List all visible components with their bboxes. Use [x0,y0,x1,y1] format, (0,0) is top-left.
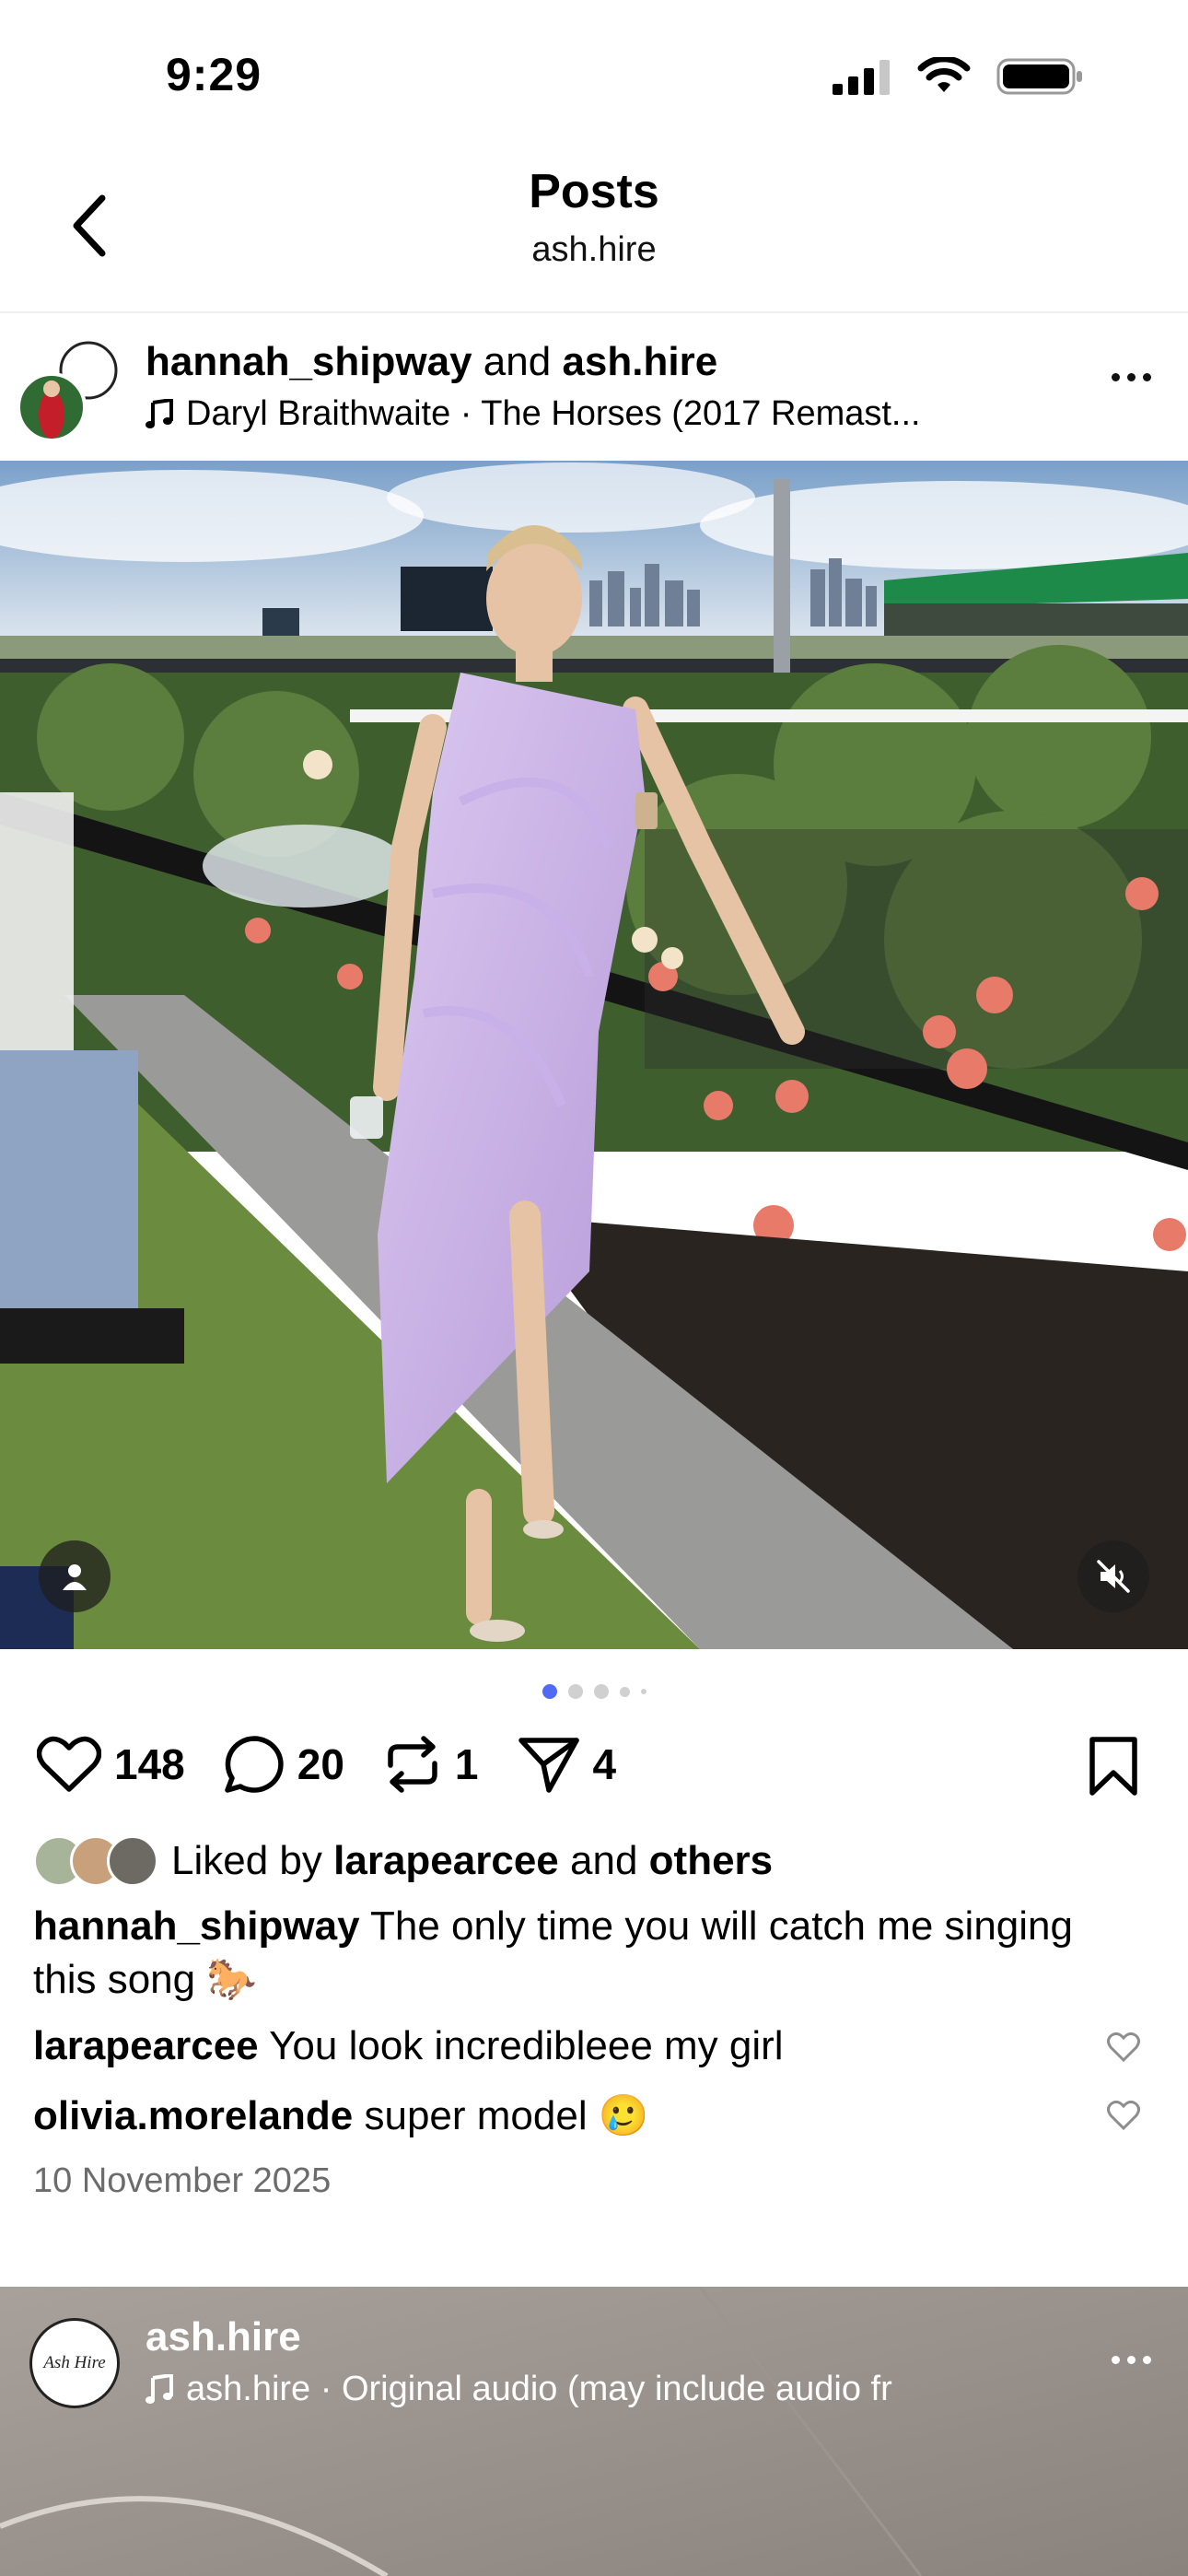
audio-label: Daryl Braithwaite · The Horses (2017 Rem… [186,394,921,433]
carousel-dot [640,1689,646,1694]
more-dot [1112,373,1120,381]
carousel-dot [593,1684,609,1699]
comment-bubble-icon [225,1736,284,1793]
page-title: Posts [529,165,659,218]
speaker-muted-icon [1097,1560,1130,1593]
liked-by-user[interactable]: larapearcee [333,1838,559,1883]
comment-user[interactable]: olivia.morelande [33,2093,353,2138]
comment-row: olivia.morelande super model 🥲 [33,2091,649,2139]
more-dot [1112,2356,1120,2364]
next-audio-label: ash.hire · Original audio (may include a… [186,2370,892,2408]
carousel-dot [567,1684,583,1699]
more-dot [1127,373,1136,381]
like-button[interactable]: 148 [37,1736,185,1793]
divider [0,311,1188,313]
heart-outline-icon [1107,2032,1140,2063]
status-time: 9:29 [166,49,262,100]
music-note-icon [146,398,173,428]
repost-icon [388,1736,437,1793]
share-button[interactable]: 4 [518,1735,617,1794]
post-photo[interactable] [0,461,1188,1649]
next-avatar-logo: Ash Hire [43,2353,106,2372]
status-icons [831,57,1085,96]
person-icon [63,1564,87,1590]
and-label: and [483,339,552,384]
caption-user[interactable]: hannah_shipway [33,1903,360,1949]
comment-text: You look incredibleee my girl [269,2023,784,2068]
avatar[interactable] [17,341,118,442]
more-options-button[interactable] [1112,373,1151,381]
action-bar: 148 20 1 4 [37,1734,655,1795]
comment-row: larapearcee You look incredibleee my gir… [33,2023,784,2069]
heart-icon [37,1736,101,1792]
wifi-icon [917,57,971,92]
comment-like-button[interactable] [1107,2101,1140,2135]
carousel-indicator [0,1684,1188,1699]
repost-button[interactable]: 1 [383,1734,479,1795]
next-post-avatar[interactable]: Ash Hire [29,2318,120,2408]
send-paper-plane-icon [518,1738,579,1793]
comment-like-button[interactable] [1107,2032,1140,2067]
comment-text: super model 🥲 [364,2093,649,2138]
tagged-users-button[interactable] [39,1540,111,1612]
carousel-dot-active [542,1684,557,1699]
battery-icon [996,58,1082,95]
post-authors[interactable]: hannah_shipway and ash.hire [146,339,717,385]
comment-count: 20 [297,1740,344,1788]
post-date: 10 November 2025 [33,2161,332,2200]
liked-by-others[interactable]: others [649,1838,773,1883]
heart-outline-icon [1107,2101,1140,2131]
author-2[interactable]: ash.hire [562,339,717,384]
comment-user[interactable]: larapearcee [33,2023,259,2068]
repost-count: 1 [454,1740,479,1788]
page-subtitle[interactable]: ash.hire [0,230,1188,270]
carousel-dot [619,1686,630,1697]
share-count: 4 [592,1740,617,1788]
more-dot [1127,2356,1136,2364]
like-count: 148 [114,1740,185,1788]
liked-by[interactable]: Liked by larapearcee and others [33,1835,773,1887]
liker-avatar [107,1835,158,1887]
music-note-icon [146,2373,173,2404]
save-button[interactable] [1087,1736,1140,1801]
post-caption: hannah_shipway The only time you will ca… [33,1900,1120,2007]
cellular-signal-icon [833,60,890,95]
bookmark-icon [1089,1737,1137,1796]
more-dot [1143,373,1151,381]
next-more-options-button[interactable] [1112,2356,1151,2364]
liked-by-and: and [570,1838,638,1883]
comment-button[interactable]: 20 [224,1735,344,1794]
audio-track[interactable]: Daryl Braithwaite · The Horses (2017 Rem… [146,394,1057,434]
liked-by-prefix: Liked by [171,1838,322,1883]
mute-toggle[interactable] [1077,1540,1149,1612]
author-1[interactable]: hannah_shipway [146,339,472,384]
liked-by-text: Liked by larapearcee and others [171,1838,773,1884]
next-post-audio[interactable]: ash.hire · Original audio (may include a… [146,2370,892,2409]
next-post-author[interactable]: ash.hire [146,2314,301,2360]
more-dot [1143,2356,1151,2364]
